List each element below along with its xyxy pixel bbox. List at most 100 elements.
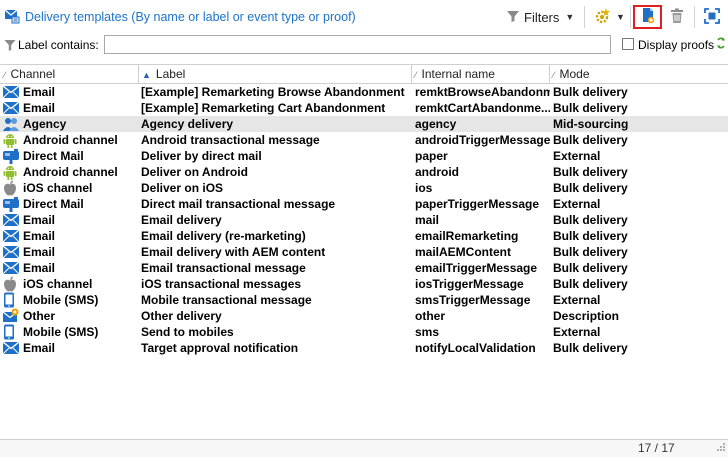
mode-cell: Bulk delivery	[553, 277, 628, 291]
table-row[interactable]: iOS channel iOS transactional messages ios…	[0, 276, 728, 292]
label-cell: Deliver on iOS	[141, 181, 224, 195]
mode-cell: Bulk delivery	[553, 165, 628, 179]
channel-cell: Agency	[23, 117, 67, 131]
table-row[interactable]: Agency Agency delivery agency Mid-sourcing	[0, 116, 728, 132]
internal-name-cell: remktBrowseAbandonm	[415, 85, 550, 99]
channel-cell: Mobile (SMS)	[23, 293, 99, 307]
internal-name-cell: android	[415, 165, 459, 179]
mode-cell: Bulk delivery	[553, 133, 628, 147]
email-icon	[3, 100, 21, 116]
channel-cell: Email	[23, 245, 56, 259]
internal-name-cell: mailAEMContent	[415, 245, 511, 259]
table-row[interactable]: Mobile (SMS) Mobile transactional message…	[0, 292, 728, 308]
delete-button[interactable]	[666, 5, 688, 29]
mode-cell: Description	[553, 309, 620, 323]
mode-cell: Bulk delivery	[553, 261, 628, 275]
channel-cell: Direct Mail	[23, 197, 84, 211]
internal-name-cell: emailTriggerMessage	[415, 261, 538, 275]
channel-cell: Direct Mail	[23, 149, 84, 163]
android-icon	[3, 164, 21, 180]
label-contains-input[interactable]	[104, 35, 611, 54]
ios-icon	[3, 180, 21, 196]
toolbar-divider	[694, 6, 695, 28]
table-row[interactable]: Direct Mail Direct mail transactional mes…	[0, 196, 728, 212]
label-cell: Email delivery (re-marketing)	[141, 229, 306, 243]
new-from-dropdown-button[interactable]: ▼	[590, 5, 628, 29]
email-icon	[3, 260, 21, 276]
table-row[interactable]: Android channel Android transactional mes…	[0, 132, 728, 148]
filters-label: Filters	[524, 9, 560, 25]
mode-cell: External	[553, 197, 601, 211]
label-cell: [Example] Remarketing Cart Abandonment	[141, 101, 386, 115]
channel-cell: Android channel	[23, 165, 118, 179]
label-cell: Email delivery	[141, 213, 222, 227]
chevron-down-icon: ▼	[565, 12, 575, 22]
table-row[interactable]: Email Target approval notification notifyL…	[0, 340, 728, 356]
refresh-icon[interactable]	[716, 36, 726, 53]
column-header-label[interactable]: ▲ Label	[142, 65, 185, 83]
resize-grip-icon[interactable]	[716, 441, 726, 455]
new-template-icon	[640, 7, 656, 28]
table-row[interactable]: Mobile (SMS) Send to mobiles sms External	[0, 324, 728, 340]
table-row[interactable]: Email Email transactional message emailTri…	[0, 260, 728, 276]
mode-cell: Mid-sourcing	[553, 117, 629, 131]
internal-name-cell: sms	[415, 325, 440, 339]
label-cell: Send to mobiles	[141, 325, 234, 339]
mode-cell: Bulk delivery	[553, 245, 628, 259]
grid-header: ⁄ Channel ▲ Label ⁄ Internal name ⁄ Mode	[0, 65, 728, 84]
table-row[interactable]: Android channel Deliver on Android android…	[0, 164, 728, 180]
column-header-channel[interactable]: ⁄ Channel	[4, 65, 55, 83]
table-row[interactable]: Email [Example] Remarketing Browse Abando…	[0, 84, 728, 100]
column-header-internal-name[interactable]: ⁄ Internal name	[415, 65, 495, 83]
column-divider[interactable]	[411, 65, 412, 83]
channel-cell: Email	[23, 85, 56, 99]
internal-name-cell: notifyLocalValidation	[415, 341, 536, 355]
new-template-button[interactable]	[633, 5, 662, 29]
internal-name-cell: other	[415, 309, 445, 323]
table-row[interactable]: Email Email delivery with AEM content mail…	[0, 244, 728, 260]
column-sort-icon: ⁄	[553, 70, 555, 80]
trash-icon	[670, 8, 684, 27]
table-row[interactable]: Email Email delivery (re-marketing) emailR…	[0, 228, 728, 244]
internal-name-cell: ios	[415, 181, 433, 195]
label-cell: [Example] Remarketing Browse Abandonment	[141, 85, 405, 99]
label-cell: Email delivery with AEM content	[141, 245, 326, 259]
mode-cell: External	[553, 293, 601, 307]
email-icon	[3, 212, 21, 228]
mode-cell: Bulk delivery	[553, 341, 628, 355]
list-title-text[interactable]: Delivery templates (By name or label or …	[25, 10, 356, 24]
other-icon	[3, 308, 21, 324]
display-proofs-label[interactable]: Display proofs	[638, 38, 714, 52]
label-cell: Direct mail transactional message	[141, 197, 336, 211]
channel-cell: Email	[23, 261, 56, 275]
table-row[interactable]: iOS channel Deliver on iOS ios Bulk deliver…	[0, 180, 728, 196]
fullscreen-button[interactable]	[700, 5, 724, 29]
filters-button[interactable]: Filters ▼	[506, 7, 574, 27]
record-count: 17 / 17	[638, 441, 675, 455]
table-row[interactable]: Email Email delivery mail Bulk delivery	[0, 212, 728, 228]
display-proofs-checkbox[interactable]	[622, 38, 634, 50]
email-icon	[3, 84, 21, 100]
directmail-icon	[3, 148, 21, 164]
mode-cell: Bulk delivery	[553, 181, 628, 195]
table-row[interactable]: Other Other delivery other Description	[0, 308, 728, 324]
mobile-icon	[3, 292, 21, 308]
label-cell: Email transactional message	[141, 261, 306, 275]
delivery-templates-grid: ⁄ Channel ▲ Label ⁄ Internal name ⁄ Mode Ema…	[0, 64, 728, 440]
column-header-mode[interactable]: ⁄ Mode	[553, 65, 590, 83]
column-header-label-label: Label	[155, 67, 186, 81]
mobile-icon	[3, 324, 21, 340]
list-title: Delivery templates (By name or label or …	[4, 7, 356, 27]
channel-cell: Email	[23, 213, 56, 227]
label-cell: Mobile transactional message	[141, 293, 312, 307]
label-contains-label: Label contains:	[18, 38, 99, 52]
ios-icon	[3, 276, 21, 292]
table-row[interactable]: Direct Mail Deliver by direct mail paper Ex…	[0, 148, 728, 164]
internal-name-cell: remktCartAbandonme...	[415, 101, 550, 115]
table-row[interactable]: Email [Example] Remarketing Cart Abandonm…	[0, 100, 728, 116]
column-divider[interactable]	[138, 65, 139, 83]
sort-ascending-icon: ▲	[142, 70, 151, 80]
channel-cell: Email	[23, 101, 56, 115]
toolbar-divider	[630, 6, 631, 28]
column-divider[interactable]	[549, 65, 550, 83]
